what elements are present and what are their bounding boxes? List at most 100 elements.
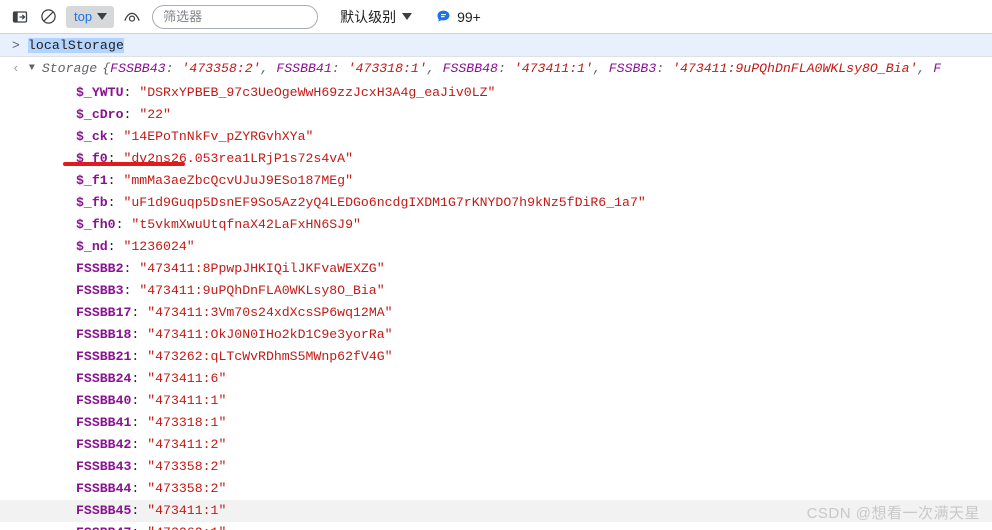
property-row[interactable]: FSSBB47: "473262:1" <box>0 522 992 530</box>
object-properties-list: $_YWTU: "DSRxYPBEB_97c3UeOgeWwH69zzJcxH3… <box>0 80 992 530</box>
return-value-arrow-icon: ‹ <box>12 61 20 76</box>
preview-punct: , <box>426 61 443 76</box>
preview-value: '473318:1' <box>347 61 427 76</box>
property-row[interactable]: FSSBB41: "473318:1" <box>0 412 992 434</box>
property-value: "473262:1" <box>147 525 226 530</box>
property-colon: : <box>123 261 140 276</box>
property-colon: : <box>131 525 147 530</box>
preview-punct: , <box>260 61 277 76</box>
property-value: "473411:3Vm70s24xdXcsSP6wq12MA" <box>147 305 393 320</box>
property-key: $_YWTU <box>76 85 124 100</box>
chevron-down-icon <box>402 13 413 20</box>
preview-punct: : <box>497 61 514 76</box>
console-result-row[interactable]: ‹ ▼ Storage {FSSBB43: '473358:2', FSSBB4… <box>0 57 992 80</box>
property-key: FSSBB17 <box>76 305 132 320</box>
issues-count-label: 99+ <box>457 8 481 25</box>
console-command-row[interactable]: > localStorage <box>0 34 992 57</box>
property-key: $_fh0 <box>76 217 116 232</box>
property-colon: : <box>107 173 124 188</box>
triangle-down-icon[interactable]: ▼ <box>29 63 35 74</box>
property-row[interactable]: $_fb: "uF1d9Guqp5DsnEF9So5Az2yQ4LEDGo6nc… <box>0 192 992 214</box>
property-row[interactable]: FSSBB40: "473411:1" <box>0 390 992 412</box>
property-key: FSSBB3 <box>76 283 124 298</box>
property-key: FSSBB41 <box>76 415 132 430</box>
preview-punct: : <box>656 61 673 76</box>
property-row[interactable]: $_f1: "mmMa3aeZbcQcvUJuJ9ESo187MEg" <box>0 170 992 192</box>
property-colon: : <box>123 85 140 100</box>
property-row[interactable]: $_nd: "1236024" <box>0 236 992 258</box>
property-value: "473358:2" <box>147 459 227 474</box>
red-underline-annotation <box>63 162 185 166</box>
console-message-list[interactable]: > localStorage ‹ ▼ Storage {FSSBB43: '47… <box>0 34 992 530</box>
property-value: "473411:6" <box>147 371 227 386</box>
preview-value: '473411:1' <box>513 61 593 76</box>
property-row[interactable]: FSSBB24: "473411:6" <box>0 368 992 390</box>
property-key: FSSBB21 <box>76 349 132 364</box>
chevron-down-icon <box>97 13 108 20</box>
property-row[interactable]: $_cDro: "22" <box>0 104 992 126</box>
property-value: "mmMa3aeZbcQcvUJuJ9ESo187MEg" <box>123 173 353 188</box>
property-colon: : <box>131 393 148 408</box>
property-key: FSSBB18 <box>76 327 132 342</box>
property-value: "uF1d9Guqp5DsnEF9So5Az2yQ4LEDGo6ncdgIXDM… <box>123 195 646 210</box>
property-value: "473411:1" <box>147 393 227 408</box>
property-row[interactable]: $_YWTU: "DSRxYPBEB_97c3UeOgeWwH69zzJcxH3… <box>0 82 992 104</box>
property-row[interactable]: FSSBB17: "473411:3Vm70s24xdXcsSP6wq12MA" <box>0 302 992 324</box>
property-row[interactable]: FSSBB43: "473358:2" <box>0 456 992 478</box>
property-key: FSSBB43 <box>76 459 132 474</box>
clear-console-icon[interactable] <box>34 4 62 30</box>
property-colon: : <box>131 437 148 452</box>
property-row[interactable]: FSSBB2: "473411:8PpwpJHKIQilJKFvaWEXZG" <box>0 258 992 280</box>
property-value: "473262:qLTcWvRDhmS5MWnp62fV4G" <box>147 349 393 364</box>
property-key: FSSBB47 <box>76 525 131 530</box>
object-preview: {FSSBB43: '473358:2', FSSBB41: '473318:1… <box>102 61 941 76</box>
live-expression-eye-icon[interactable] <box>118 4 146 30</box>
property-row[interactable]: $_fh0: "t5vkmXwuUtqfnaX42LaFxHN6SJ9" <box>0 214 992 236</box>
property-row[interactable]: FSSBB3: "473411:9uPQhDnFLA0WKLsy8O_Bia" <box>0 280 992 302</box>
property-key: $_nd <box>76 239 108 254</box>
console-command-text[interactable]: localStorage <box>27 37 124 53</box>
property-colon: : <box>131 481 148 496</box>
property-colon: : <box>107 195 124 210</box>
property-row[interactable]: FSSBB44: "473358:2" <box>0 478 992 500</box>
preview-key: FSSBB48 <box>442 61 498 76</box>
execution-context-selector[interactable]: top <box>66 5 115 28</box>
property-colon: : <box>131 503 148 518</box>
property-value: "473318:1" <box>147 415 227 430</box>
property-row[interactable]: FSSBB21: "473262:qLTcWvRDhmS5MWnp62fV4G" <box>0 346 992 368</box>
log-level-selector[interactable]: 默认级别 <box>336 5 416 29</box>
property-key: $_cDro <box>76 107 124 122</box>
execution-context-label: top <box>74 9 93 24</box>
property-value: "t5vkmXwuUtqfnaX42LaFxHN6SJ9" <box>131 217 361 232</box>
prompt-chevron-icon: > <box>12 37 20 53</box>
property-row[interactable]: FSSBB42: "473411:2" <box>0 434 992 456</box>
preview-value: '473358:2' <box>181 61 261 76</box>
property-key: FSSBB2 <box>76 261 124 276</box>
console-filter-input[interactable] <box>152 4 319 29</box>
preview-key: FSSBB41 <box>276 61 332 76</box>
property-value: "473411:2" <box>147 437 227 452</box>
property-key: $_fb <box>76 195 108 210</box>
property-value: "473411:8PpwpJHKIQilJKFvaWEXZG" <box>139 261 385 276</box>
property-row[interactable]: FSSBB18: "473411:OkJ0N0IHo2kD1C9e3yorRa" <box>0 324 992 346</box>
property-value: "473358:2" <box>147 481 227 496</box>
preview-punct: : <box>165 61 182 76</box>
property-row[interactable]: $_ck: "14EPoTnNkFv_pZYRGvhXYa" <box>0 126 992 148</box>
property-colon: : <box>131 415 148 430</box>
dock-panel-icon[interactable] <box>6 4 34 30</box>
issues-counter[interactable]: 99+ <box>436 9 481 25</box>
property-key: $_f1 <box>76 173 108 188</box>
preview-punct: { <box>102 61 111 76</box>
property-value: "14EPoTnNkFv_pZYRGvhXYa" <box>123 129 314 144</box>
property-colon: : <box>115 217 132 232</box>
property-colon: : <box>131 327 148 342</box>
property-row[interactable]: $_f0: "dv2ns26.053rea1LRjP1s72s4vA" <box>0 148 992 170</box>
property-key: FSSBB44 <box>76 481 132 496</box>
property-colon: : <box>131 305 148 320</box>
devtools-console-toolbar: top 默认级别 99+ <box>0 0 992 34</box>
property-key: FSSBB42 <box>76 437 132 452</box>
property-value: "473411:OkJ0N0IHo2kD1C9e3yorRa" <box>147 327 393 342</box>
property-colon: : <box>131 349 148 364</box>
preview-key: FSSBB3 <box>608 61 657 76</box>
property-key: FSSBB24 <box>76 371 132 386</box>
